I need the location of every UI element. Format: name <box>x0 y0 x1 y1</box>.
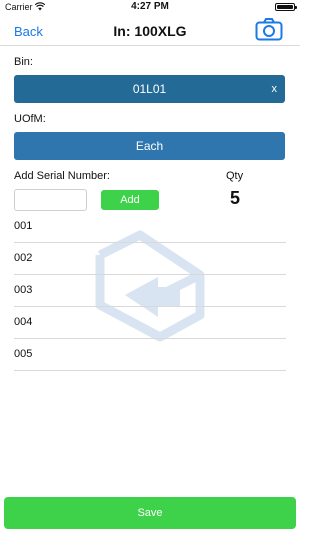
status-bar: Carrier 4:27 PM <box>0 0 300 14</box>
serial-list-item[interactable]: 003 <box>14 275 286 307</box>
save-button[interactable]: Save <box>4 497 296 529</box>
serial-number-text: 002 <box>14 252 33 264</box>
serial-list-item[interactable]: 002 <box>14 243 286 275</box>
uofm-selector[interactable]: Each <box>14 132 285 160</box>
serial-list-item[interactable]: 001 <box>14 211 286 243</box>
uofm-label: UOfM: <box>14 113 46 125</box>
battery-icon <box>275 3 297 11</box>
add-serial-button[interactable]: Add <box>101 190 159 210</box>
status-time: 4:27 PM <box>131 1 169 12</box>
bin-value: 01L01 <box>132 82 167 96</box>
serial-number-label: Add Serial Number: <box>14 170 110 182</box>
serial-number-text: 005 <box>14 348 33 360</box>
serial-number-text: 001 <box>14 220 33 232</box>
serial-list-item[interactable]: 005 <box>14 339 286 371</box>
qty-value: 5 <box>229 188 240 208</box>
serial-number-text: 004 <box>14 316 33 328</box>
serial-number-text: 003 <box>14 284 33 296</box>
uofm-value: Each <box>135 139 164 153</box>
navigation-bar: Back In: 100XLG <box>0 14 300 46</box>
camera-icon[interactable] <box>255 17 283 41</box>
serial-list-item[interactable]: 004 <box>14 307 286 339</box>
serial-list: 001 002 003 004 005 <box>14 211 286 371</box>
bin-label: Bin: <box>14 56 33 68</box>
bin-clear-button[interactable]: x <box>272 75 278 103</box>
bin-selector[interactable]: 01L01 x <box>14 75 285 103</box>
qty-label: Qty <box>226 170 244 182</box>
serial-number-input[interactable] <box>14 189 87 211</box>
